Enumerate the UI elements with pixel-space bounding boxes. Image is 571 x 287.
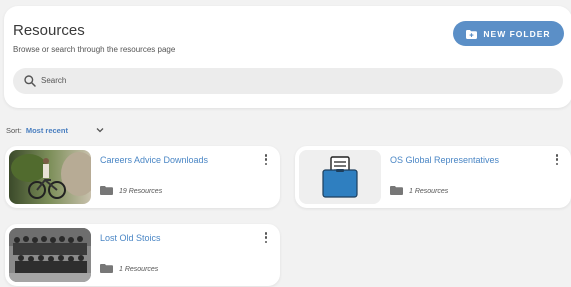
new-folder-label: NEW FOLDER bbox=[483, 28, 551, 39]
header-card: Resources Browse or search through the r… bbox=[4, 6, 571, 108]
search-placeholder: Search bbox=[41, 76, 67, 85]
resource-count-label: 1 Resources bbox=[119, 266, 159, 273]
resource-count: 1 Resources bbox=[100, 264, 158, 275]
sort-control: Sort: Most recent bbox=[6, 126, 104, 135]
folder-plus-icon bbox=[466, 29, 478, 39]
chevron-down-icon[interactable] bbox=[95, 125, 105, 135]
folder-title[interactable]: Careers Advice Downloads bbox=[100, 155, 208, 165]
sort-label: Sort: bbox=[6, 126, 22, 135]
folder-card[interactable]: Lost Old Stoics 1 Resources bbox=[5, 224, 280, 286]
search-input[interactable]: Search bbox=[13, 68, 563, 94]
folder-title[interactable]: OS Global Representatives bbox=[390, 155, 499, 165]
folder-icon bbox=[100, 186, 113, 197]
more-options-icon[interactable] bbox=[264, 154, 268, 167]
folder-thumbnail bbox=[299, 150, 381, 204]
folder-card[interactable]: Careers Advice Downloads 19 Resources bbox=[5, 146, 280, 208]
more-options-icon[interactable] bbox=[264, 232, 268, 245]
folder-icon bbox=[390, 186, 403, 197]
search-icon bbox=[23, 74, 37, 88]
more-options-icon[interactable] bbox=[555, 154, 559, 167]
resource-count: 1 Resources bbox=[390, 186, 448, 197]
sort-dropdown[interactable]: Most recent bbox=[26, 126, 68, 135]
folder-title[interactable]: Lost Old Stoics bbox=[100, 233, 161, 243]
folder-thumbnail bbox=[9, 150, 91, 204]
page-subtitle: Browse or search through the resources p… bbox=[13, 45, 176, 54]
folder-thumbnail bbox=[9, 228, 91, 282]
resource-count: 19 Resources bbox=[100, 186, 162, 197]
folder-document-icon bbox=[299, 150, 381, 204]
folder-card[interactable]: OS Global Representatives 1 Resources bbox=[295, 146, 571, 208]
resource-count-label: 1 Resources bbox=[409, 188, 449, 195]
resource-count-label: 19 Resources bbox=[119, 188, 163, 195]
page-title: Resources bbox=[13, 22, 85, 39]
folder-icon bbox=[100, 264, 113, 275]
new-folder-button[interactable]: NEW FOLDER bbox=[453, 21, 564, 46]
